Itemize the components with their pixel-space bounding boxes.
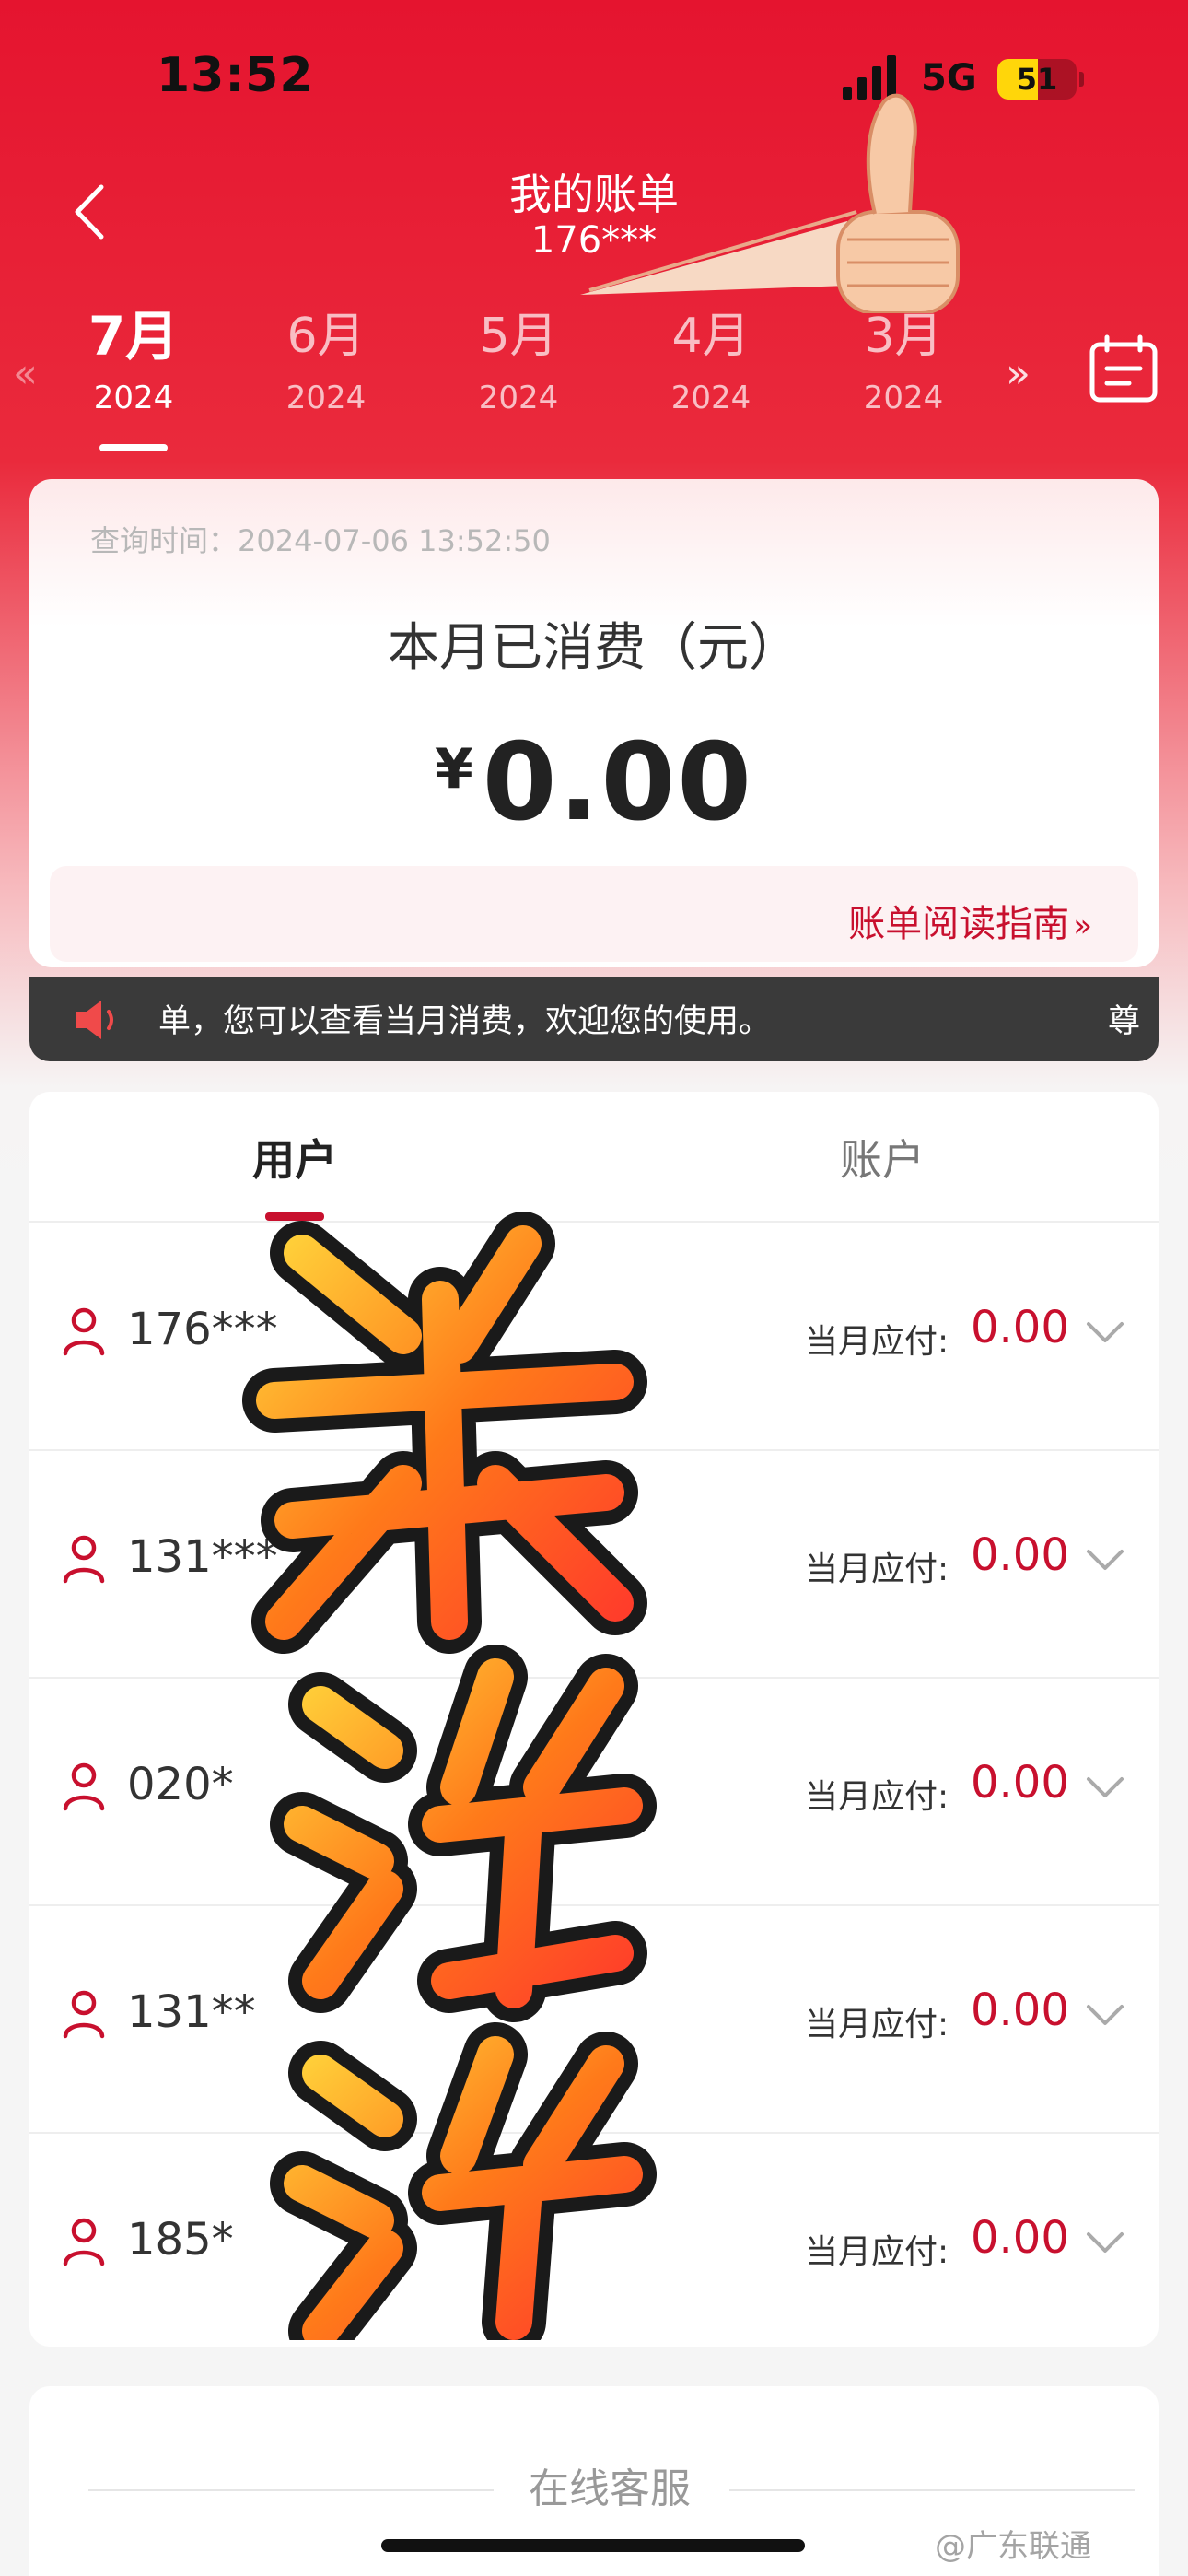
due-label: 当月应付: [805, 1551, 949, 1588]
due-amount: 0.00 [971, 1757, 1069, 1809]
thumbs-up-sticker-icon [580, 93, 960, 313]
month-tab-3[interactable]: 5月 2024 [436, 295, 601, 418]
due-label: 当月应付: [805, 1323, 949, 1361]
home-indicator [381, 2539, 805, 2552]
chevron-down-icon[interactable] [1083, 1542, 1127, 1579]
battery-level: 51 [1016, 62, 1058, 97]
divider-left [88, 2489, 494, 2491]
user-number: 020* [127, 1759, 234, 1810]
due-label: 当月应付: [805, 1778, 949, 1816]
user-icon [63, 1307, 105, 1356]
consumed-amount: ¥0.00 [29, 720, 1159, 845]
due-label: 当月应付: [805, 2006, 949, 2043]
month-tab-2[interactable]: 6月 2024 [243, 295, 409, 418]
year-label: 2024 [670, 380, 751, 416]
chevron-down-icon[interactable] [1083, 2225, 1127, 2262]
chevron-down-icon[interactable] [1083, 1315, 1127, 1352]
year-label: 2024 [93, 380, 174, 416]
notice-text: 单，您可以查看当月消费，欢迎您的使用。 [158, 1003, 772, 1040]
chevron-down-icon[interactable] [1083, 1770, 1127, 1807]
query-time: 查询时间：2024-07-06 13:52:50 [90, 523, 551, 558]
due-amount: 0.00 [971, 1985, 1069, 2036]
currency-symbol: ¥ [435, 737, 473, 802]
user-icon [63, 1535, 105, 1584]
due-amount: 0.00 [971, 1529, 1069, 1581]
battery-cap [1079, 72, 1084, 87]
month-tab-1[interactable]: 7月 2024 [51, 295, 216, 418]
calendar-button[interactable] [1087, 332, 1160, 405]
online-customer-service-button[interactable]: 在线客服 [518, 2462, 702, 2517]
status-time: 13:52 [157, 48, 314, 103]
month-label: 6月 [286, 309, 366, 364]
due-label: 当月应付: [805, 2233, 949, 2271]
notice-bar[interactable]: 单，您可以查看当月消费，欢迎您的使用。 尊 [29, 977, 1159, 1061]
watermark: @广东联通 [935, 2528, 1091, 2565]
calendar-icon [1089, 334, 1158, 403]
bill-guide-link[interactable]: 账单阅读指南» [848, 894, 1092, 947]
user-icon [63, 1990, 105, 2039]
user-icon [63, 1762, 105, 1811]
year-label: 2024 [863, 380, 944, 416]
amount-value: 0.00 [482, 720, 753, 845]
divider-right [729, 2489, 1135, 2491]
speaker-icon [76, 1001, 113, 1039]
month-tab-4[interactable]: 4月 2024 [628, 295, 794, 418]
month-tabs: « 7月 2024 6月 2024 5月 2024 4月 2024 3月 202… [0, 295, 1188, 461]
month-tab-5[interactable]: 3月 2024 [821, 295, 986, 418]
tab-account[interactable]: 账户 [744, 1127, 1020, 1188]
double-chevron-right-icon: » [1073, 907, 1092, 944]
year-label: 2024 [285, 380, 367, 416]
chevron-down-icon[interactable] [1083, 1997, 1127, 2034]
user-number: 185* [127, 2214, 234, 2266]
month-label: 7月 [87, 305, 180, 368]
user-icon [63, 2218, 105, 2266]
due-amount: 0.00 [971, 1302, 1069, 1353]
notice-text-tail: 尊 [1107, 1003, 1140, 1040]
bill-page: 13:52 5G 51 我的账单 176*** « 7月 2024 6月 202… [0, 0, 1188, 2576]
bill-summary-card: 查询时间：2024-07-06 13:52:50 本月已消费（元） ¥0.00 … [29, 479, 1159, 967]
consumed-label: 本月已消费（元） [388, 618, 800, 678]
battery-icon: 51 [997, 59, 1077, 100]
guide-strip: 账单阅读指南» [50, 866, 1138, 962]
month-tab-indicator [99, 444, 168, 451]
month-next-arrow[interactable]: » [1006, 350, 1031, 397]
due-amount: 0.00 [971, 2212, 1069, 2264]
guide-link-label: 账单阅读指南 [848, 903, 1070, 945]
month-prev-arrow[interactable]: « [13, 350, 38, 397]
tab-user[interactable]: 用户 [157, 1127, 433, 1188]
year-label: 2024 [478, 380, 559, 416]
decorative-sticker-graphic [242, 1212, 657, 2340]
